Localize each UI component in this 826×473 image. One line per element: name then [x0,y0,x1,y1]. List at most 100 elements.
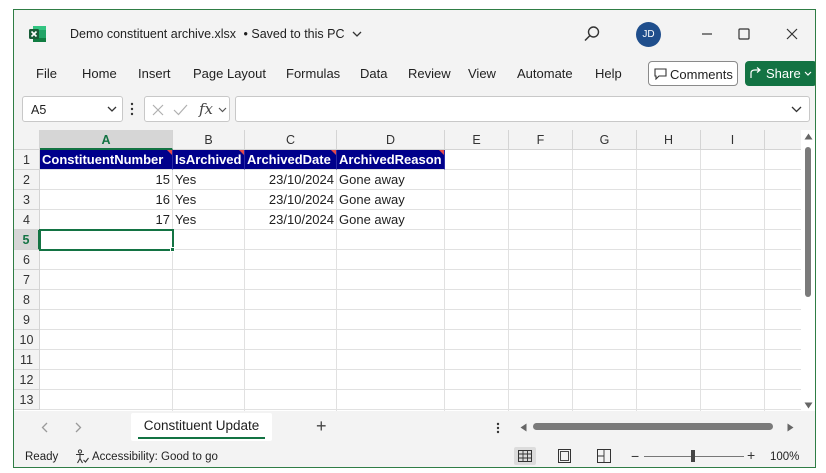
column-header-a[interactable]: A [40,130,173,150]
scroll-down-icon[interactable] [804,402,813,409]
menu-insert[interactable]: Insert [138,66,171,81]
maximize-icon[interactable] [733,23,755,45]
table-cell[interactable]: 17 [40,210,173,230]
zoom-in-button[interactable]: + [747,447,755,463]
column-header-h[interactable]: H [637,130,701,150]
column-header-f[interactable]: F [509,130,573,150]
row-header-9[interactable]: 9 [14,310,40,330]
document-title[interactable]: Demo constituent archive.xlsx • Saved to… [70,27,362,41]
zoom-out-button[interactable]: − [631,448,639,464]
page-layout-view-button[interactable] [554,447,576,465]
table-cell[interactable]: 23/10/2024 [245,210,337,230]
menu-view[interactable]: View [468,66,496,81]
ribbon-tabs: File Home Insert Page Layout Formulas Da… [14,60,815,88]
select-all-button[interactable] [14,130,40,150]
menu-page-layout[interactable]: Page Layout [193,66,266,81]
share-button[interactable]: Share [745,61,815,86]
menu-help[interactable]: Help [595,66,622,81]
row-header-10[interactable]: 10 [14,330,40,350]
row-header-4[interactable]: 4 [14,210,40,230]
more-options-icon[interactable] [130,102,134,116]
row-header-6[interactable]: 6 [14,250,40,270]
excel-icon [29,26,46,42]
column-header-i[interactable]: I [701,130,765,150]
search-icon[interactable] [583,25,601,43]
menu-data[interactable]: Data [360,66,387,81]
menu-file[interactable]: File [36,66,57,81]
table-cell[interactable]: Gone away [337,190,445,210]
fill-handle[interactable] [170,247,175,252]
table-cell[interactable]: 15 [40,170,173,190]
file-name: Demo constituent archive.xlsx [70,27,237,41]
sheet-tab-bar: Constituent Update + [14,411,815,444]
column-header-c[interactable]: C [245,130,337,150]
cancel-icon[interactable] [151,103,165,117]
table-cell[interactable]: Yes [173,190,245,210]
row-header-12[interactable]: 12 [14,370,40,390]
name-box[interactable]: A5 [22,96,123,122]
header-cell-constituent-number[interactable]: ConstituentNumber [40,150,173,170]
normal-view-button[interactable] [514,447,536,465]
chevron-right-icon[interactable] [75,422,82,433]
table-cell[interactable]: Gone away [337,170,445,190]
zoom-slider-handle[interactable] [691,450,695,462]
comment-icon [654,68,667,80]
menu-home[interactable]: Home [82,66,117,81]
row-header-1[interactable]: 1 [14,150,40,170]
add-sheet-button[interactable]: + [316,416,327,437]
table-cell[interactable]: 23/10/2024 [245,170,337,190]
name-box-value: A5 [31,103,47,117]
insert-function-button[interactable]: fx [199,100,213,118]
column-header-d[interactable]: D [337,130,445,150]
row-header-3[interactable]: 3 [14,190,40,210]
menu-review[interactable]: Review [408,66,451,81]
header-cell-archived-reason[interactable]: ArchivedReason [337,150,445,170]
active-tab-indicator [138,437,265,439]
horizontal-scroll-thumb[interactable] [533,423,773,430]
scroll-left-icon[interactable] [520,423,527,432]
formula-tools: fx [144,96,230,122]
scroll-up-icon[interactable] [804,133,813,140]
accessibility-checker[interactable]: Accessibility: Good to go [75,449,218,467]
table-cell[interactable]: Yes [173,170,245,190]
row-header-13[interactable]: 13 [14,390,40,410]
vertical-scroll-thumb[interactable] [805,147,811,297]
row-header-8[interactable]: 8 [14,290,40,310]
chevron-left-icon[interactable] [41,422,48,433]
comments-button[interactable]: Comments [648,61,738,86]
menu-formulas[interactable]: Formulas [286,66,340,81]
close-icon[interactable] [781,23,803,45]
page-break-view-button[interactable] [593,447,615,465]
row-header-11[interactable]: 11 [14,350,40,370]
zoom-level[interactable]: 100% [770,451,799,463]
avatar[interactable]: JD [636,22,661,47]
table-cell[interactable]: 16 [40,190,173,210]
active-cell-selection[interactable] [39,229,174,251]
row-header-2[interactable]: 2 [14,170,40,190]
chevron-down-icon [804,71,812,76]
worksheet-grid[interactable]: A B C D E F G H I 1 2 3 4 5 6 7 8 9 10 1… [14,130,801,411]
minimize-icon[interactable] [696,23,718,45]
horizontal-scrollbar[interactable] [519,419,796,435]
column-header-e[interactable]: E [445,130,509,150]
expand-formula-icon[interactable] [791,106,802,113]
menu-automate[interactable]: Automate [517,66,573,81]
column-header-partial[interactable] [765,130,801,150]
table-cell[interactable]: Gone away [337,210,445,230]
row-header-7[interactable]: 7 [14,270,40,290]
row-header-5[interactable]: 5 [14,230,40,250]
formula-bar: A5 fx [14,96,815,125]
vertical-scrollbar[interactable] [801,130,815,411]
header-cell-archived-date[interactable]: ArchivedDate [245,150,337,170]
column-header-g[interactable]: G [573,130,637,150]
tab-constituent-update[interactable]: Constituent Update [131,413,272,441]
confirm-icon[interactable] [173,103,188,117]
grid-view-icon [518,450,532,462]
header-cell-is-archived[interactable]: IsArchived [173,150,245,170]
scroll-right-icon[interactable] [787,423,794,432]
table-cell[interactable]: Yes [173,210,245,230]
table-cell[interactable]: 23/10/2024 [245,190,337,210]
column-header-b[interactable]: B [173,130,245,150]
formula-input[interactable] [235,96,810,122]
more-options-icon[interactable] [496,422,500,434]
